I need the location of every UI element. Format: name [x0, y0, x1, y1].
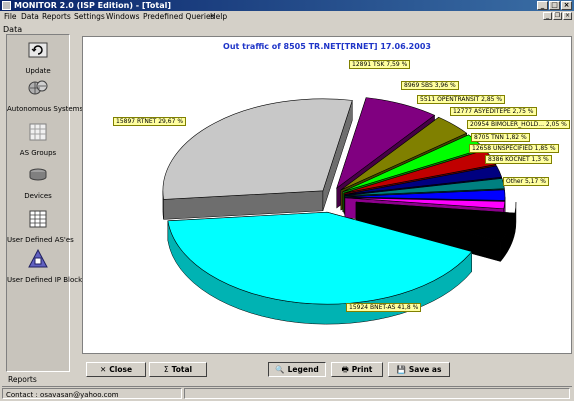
sidebar-item-update[interactable]: Update [7, 41, 69, 75]
button-bar: ✕ Close Σ Total 🔍 Legend 🖶 Print 💾 Save as [82, 362, 572, 378]
pie-chart [162, 97, 517, 325]
maximize-button[interactable]: □ [549, 1, 560, 10]
slice-label-kocnet: 8386 KOCNET 1,3 % [485, 155, 552, 164]
sidebar-header: Data [3, 25, 23, 34]
slice-label-tnn: 8705 TNN 1,82 % [471, 133, 530, 142]
slice-label-rtnet: 15897 RTNET 29,67 % [113, 117, 187, 126]
menu-windows[interactable]: Windows [106, 11, 139, 22]
title-bar: MONITOR 2.0 (ISP Edition) - [Total] _ □ … [0, 0, 574, 11]
slice-label-bimoler: 20954 BIMOLER_HOLD... 2,05 % [467, 120, 570, 129]
status-contact: Contact : osavasan@yahoo.com [2, 388, 182, 399]
status-bar: Contact : osavasan@yahoo.com [2, 386, 572, 400]
sidebar-item-label: Update [25, 67, 51, 75]
slice-label-sbs: 8969 SBS 3,96 % [401, 81, 459, 90]
slice-label-bnet-as: 15924 BNET-AS 41,8 % [346, 303, 422, 312]
grid-icon [27, 123, 49, 141]
sidebar-item-user-defined-ases[interactable]: User Defined AS'es [7, 210, 74, 244]
menu-settings[interactable]: Settings [74, 11, 105, 22]
mdi-restore-button[interactable]: ❐ [553, 12, 562, 20]
slice-label-unspecified: 12658 UNSPECIFIED 1,85 % [469, 144, 559, 153]
sidebar-footer-reports[interactable]: Reports [8, 375, 37, 384]
mdi-minimize-button[interactable]: _ [543, 12, 552, 20]
legend-icon: 🔍 [275, 365, 285, 374]
floppy-disk-icon: 💾 [396, 365, 406, 374]
menu-help[interactable]: Help [210, 11, 227, 22]
window-title: MONITOR 2.0 (ISP Edition) - [Total] [14, 1, 172, 10]
sidebar-item-autonomous-systems[interactable]: Autonomous Systems [7, 79, 84, 113]
menu-file[interactable]: File [4, 11, 17, 22]
ip-blocks-icon [27, 249, 49, 268]
total-button-label: Total [171, 365, 193, 374]
app-icon[interactable] [2, 1, 11, 10]
globe-network-icon [27, 79, 49, 97]
sidebar-item-as-groups[interactable]: AS Groups [7, 123, 69, 157]
menu-bar: File Data Reports Settings Windows Prede… [0, 11, 574, 22]
legend-button[interactable]: 🔍 Legend [268, 362, 326, 377]
minimize-button[interactable]: _ [537, 1, 548, 10]
status-empty-panel [184, 388, 570, 399]
chart-panel: Out traffic of 8505 TR.NET[TRNET] 17.06.… [82, 36, 572, 354]
legend-button-label: Legend [287, 365, 319, 374]
slice-label-tsk: 12891 TSK 7,59 % [349, 60, 411, 69]
sidebar-item-label: Devices [24, 192, 52, 200]
print-button-label: Print [351, 365, 373, 374]
close-button[interactable]: ✕ Close [86, 362, 146, 377]
table-icon [27, 210, 49, 228]
slice-label-opentransit: 5511 OPENTRANSIT 2,85 % [417, 95, 506, 104]
sigma-icon: Σ [163, 365, 169, 374]
sidebar-item-label: AS Groups [19, 149, 57, 157]
sidebar: Update Autonomous Systems AS Groups Devi… [6, 34, 86, 372]
update-icon [27, 41, 49, 59]
sidebar-item-label: Autonomous Systems [7, 105, 84, 113]
print-button[interactable]: 🖶 Print [331, 362, 383, 377]
save-as-button-label: Save as [408, 365, 442, 374]
sidebar-item-label: User Defined IP Blocks [7, 276, 86, 284]
mdi-close-button[interactable]: × [563, 12, 572, 20]
slice-label-other: Other 5,17 % [503, 177, 549, 186]
sidebar-item-devices[interactable]: Devices [7, 166, 69, 200]
save-as-button[interactable]: 💾 Save as [388, 362, 450, 377]
menu-reports[interactable]: Reports [42, 11, 71, 22]
close-button-label: Close [109, 365, 133, 374]
total-button[interactable]: Σ Total [149, 362, 207, 377]
close-window-button[interactable]: × [561, 1, 572, 10]
pie-slice-1[interactable] [162, 98, 353, 200]
router-device-icon [27, 166, 49, 184]
sidebar-item-label: User Defined AS'es [7, 236, 74, 244]
menu-predefined-queries[interactable]: Predefined Queries [143, 11, 215, 22]
slice-label-asyeditepe: 12777 ASYEDITEPE 2,75 % [450, 107, 537, 116]
menu-data[interactable]: Data [21, 11, 39, 22]
printer-icon: 🖶 [341, 365, 349, 374]
sidebar-item-user-defined-ip-blocks[interactable]: User Defined IP Blocks [7, 249, 86, 284]
close-icon: ✕ [99, 365, 107, 374]
